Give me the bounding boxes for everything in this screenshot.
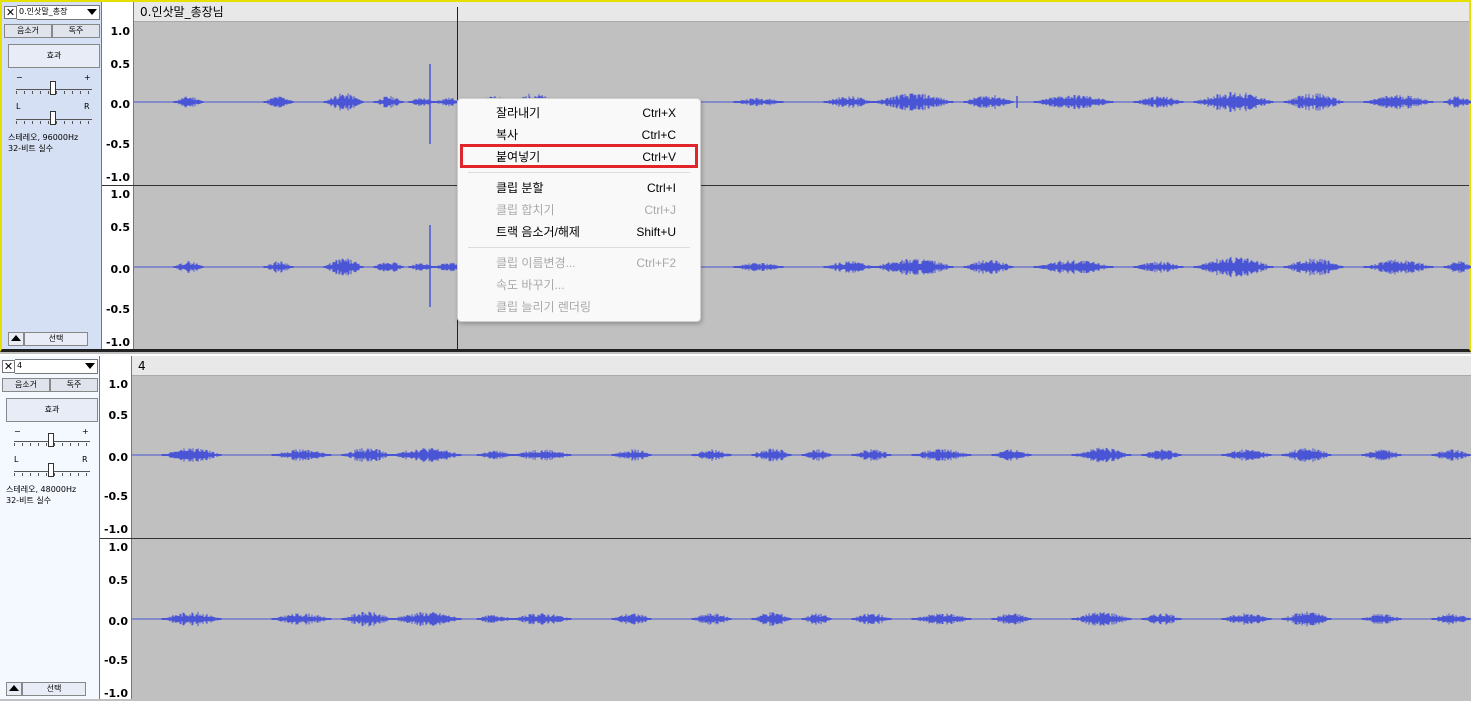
gain-slider[interactable] [14, 432, 90, 448]
ruler-tick: 0.5 [108, 409, 129, 422]
mute-button[interactable]: 음소거 [4, 24, 52, 38]
clip-context-menu[interactable]: 잘라내기 Ctrl+X 복사 Ctrl+C 붙여넣기 Ctrl+V 클립 분할 Ctrl… [457, 98, 701, 322]
track-name-menu[interactable]: 0.인삿말_총장 [17, 4, 100, 20]
effects-button[interactable]: 효과 [6, 398, 98, 422]
waveform-channel-right [134, 225, 1471, 307]
menu-item-split-clip[interactable]: 클립 분할 Ctrl+I [458, 177, 700, 199]
dropdown-arrow-icon [85, 362, 95, 369]
ruler-tick: -0.5 [103, 654, 128, 667]
ruler-tick: 0.5 [110, 58, 131, 71]
waveform-channel-left [134, 64, 1471, 144]
ruler-tick: -0.5 [105, 138, 130, 151]
menu-item-toggle-mute[interactable]: 트랙 음소거/해제 Shift+U [458, 221, 700, 243]
ruler-tick: -0.5 [103, 490, 128, 503]
audio-clip[interactable]: 0.인삿말_총장님 [134, 2, 1471, 349]
clip-title-bar[interactable]: 0.인삿말_총장님 [134, 2, 1469, 22]
collapse-track-button[interactable] [6, 682, 22, 696]
ruler-tick: 1.0 [108, 378, 129, 391]
menu-item-render-stretch: 클립 늘리기 렌더링 [496, 300, 591, 314]
paste-highlight-box [460, 144, 698, 168]
gain-slider-thumb[interactable] [48, 433, 54, 447]
menu-separator [468, 172, 690, 173]
ruler-tick: 0.0 [110, 98, 131, 111]
ruler-tick: 1.0 [110, 25, 131, 38]
ruler-tick: -1.0 [103, 523, 128, 536]
waveform-channel-right [132, 611, 1471, 627]
ruler-tick: 1.0 [110, 188, 131, 201]
menu-item-copy[interactable]: 복사 Ctrl+C [458, 124, 700, 146]
collapse-track-button[interactable] [8, 332, 24, 346]
ruler-tick: 0.0 [108, 615, 129, 628]
ruler-tick: 1.0 [108, 541, 129, 554]
gain-slider[interactable] [16, 80, 92, 96]
ruler-tick: 0.0 [108, 451, 129, 464]
ruler-tick: -1.0 [105, 336, 130, 349]
channel-divider [102, 185, 1469, 186]
close-track-button[interactable]: ✕ [4, 5, 17, 19]
menu-item-join-clips: 클립 합치기 Ctrl+J [496, 203, 676, 217]
menu-item-change-speed: 속도 바꾸기... [496, 278, 565, 292]
sample-rate-info: 스테레오, 48000Hz [6, 485, 77, 494]
menu-item-cut[interactable]: 잘라내기 Ctrl+X [458, 102, 700, 124]
ruler-tick: -1.0 [105, 171, 130, 184]
select-track-button[interactable]: 선택 [24, 332, 88, 346]
track-format-info: 스테레오, 96000Hz 32-비트 실수 [8, 132, 78, 154]
bit-depth-info: 32-비트 실수 [8, 144, 54, 153]
clip-title-bar[interactable]: 4 [132, 356, 1471, 376]
track-name-menu[interactable]: 4 [15, 358, 98, 374]
ruler-tick: 0.5 [108, 574, 129, 587]
pan-slider-thumb[interactable] [50, 111, 56, 125]
ruler-tick: 0.5 [110, 221, 131, 234]
sample-rate-info: 스테레오, 96000Hz [8, 133, 79, 142]
bit-depth-info: 32-비트 실수 [6, 496, 52, 505]
audio-clip[interactable]: 4 [132, 356, 1471, 699]
amplitude-ruler: 1.0 0.5 0.0 -0.5 -1.0 1.0 0.5 0.0 -0.5 -… [100, 356, 132, 700]
gain-slider-thumb[interactable] [50, 81, 56, 95]
solo-button[interactable]: 독주 [50, 378, 98, 392]
track-1[interactable]: ✕ 0.인삿말_총장 음소거 독주 효과 − + L R 스테레오, 96000… [0, 0, 1471, 352]
waveform-channel-left [132, 447, 1471, 463]
track-name: 0.인삿말_총장 [19, 6, 68, 16]
ruler-tick: 0.0 [110, 263, 131, 276]
select-track-button[interactable]: 선택 [22, 682, 86, 696]
mute-button[interactable]: 음소거 [2, 378, 50, 392]
dropdown-arrow-icon [87, 8, 97, 15]
effects-button[interactable]: 효과 [8, 44, 100, 68]
pan-slider-thumb[interactable] [48, 463, 54, 477]
track-control-panel[interactable]: ✕ 0.인삿말_총장 음소거 독주 효과 − + L R 스테레오, 96000… [2, 2, 102, 349]
menu-item-rename-clip: 클립 이름변경... Ctrl+F2 [496, 256, 676, 270]
track-format-info: 스테레오, 48000Hz 32-비트 실수 [6, 484, 76, 506]
ruler-tick: -1.0 [103, 687, 128, 700]
close-track-button[interactable]: ✕ [2, 359, 15, 373]
amplitude-ruler: 1.0 0.5 0.0 -0.5 -1.0 1.0 0.5 0.0 -0.5 -… [102, 2, 134, 349]
menu-separator [468, 247, 690, 248]
track-name: 4 [17, 360, 23, 370]
solo-button[interactable]: 독주 [52, 24, 100, 38]
channel-divider [100, 538, 1471, 539]
track-2[interactable]: ✕ 4 음소거 독주 효과 − + L R 스테레오, 48000Hz 32-비… [0, 354, 1471, 700]
track-control-panel[interactable]: ✕ 4 음소거 독주 효과 − + L R 스테레오, 48000Hz 32-비… [0, 356, 100, 699]
pan-slider[interactable] [16, 110, 92, 126]
ruler-tick: -0.5 [105, 303, 130, 316]
pan-slider[interactable] [14, 462, 90, 478]
